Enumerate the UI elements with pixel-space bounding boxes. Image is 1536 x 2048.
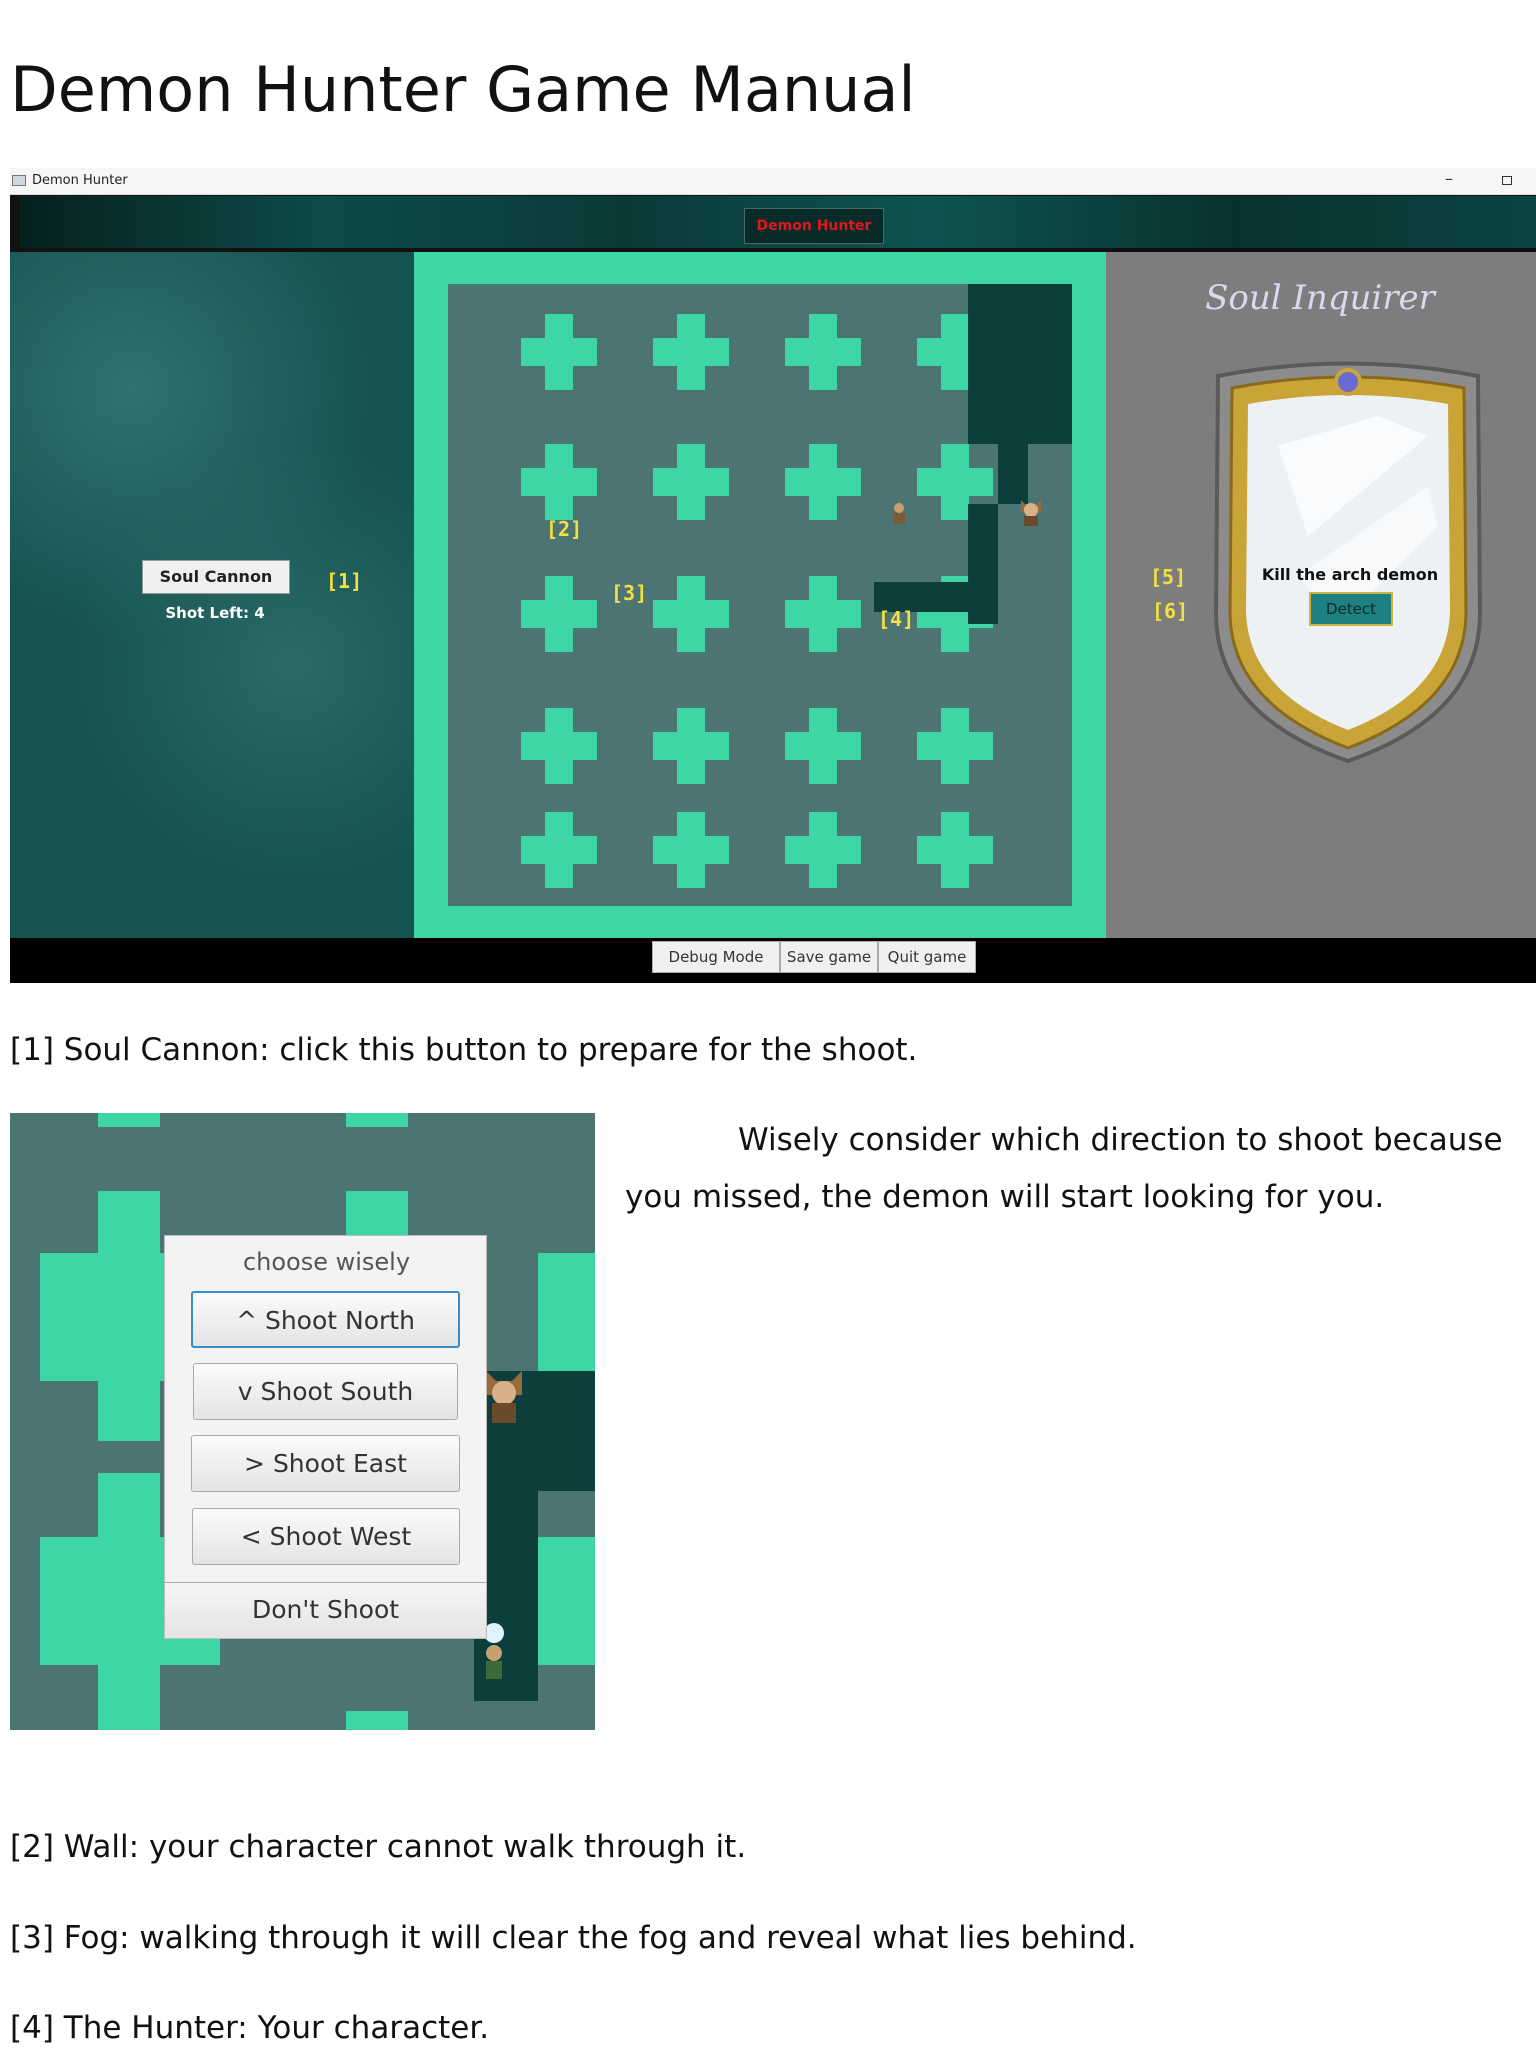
window-titlebar [10, 168, 1536, 195]
app-window-icon [12, 175, 26, 186]
game-window-screenshot: Demon Hunter – Demon Hunter Soul Cannon … [10, 168, 1536, 983]
left-panel [10, 252, 414, 938]
label-2: [2] [546, 517, 583, 541]
document-title: Demon Hunter Game Manual [10, 53, 916, 126]
mirror-shield-image [1213, 361, 1483, 764]
label-5: [5] [1150, 565, 1187, 589]
window-title: Demon Hunter [32, 173, 128, 188]
choose-wisely-dialog: choose wisely ^ Shoot North v Shoot Sout… [164, 1235, 487, 1639]
caption-item-1: [1] Soul Cannon: click this button to pr… [10, 1032, 918, 1068]
zoomed-hunter-icon [484, 1623, 504, 1679]
label-4: [4] [878, 607, 915, 631]
label-3: [3] [611, 581, 648, 605]
save-game-button[interactable]: Save game [780, 941, 878, 973]
shoot-east-button[interactable]: > Shoot East [191, 1435, 460, 1492]
shoot-south-button[interactable]: v Shoot South [193, 1363, 458, 1420]
debug-mode-button[interactable]: Debug Mode [652, 941, 780, 973]
dont-shoot-button[interactable]: Don't Shoot [165, 1582, 486, 1638]
app-title-label: Demon Hunter [744, 208, 884, 244]
shoot-north-button[interactable]: ^ Shoot North [191, 1291, 460, 1348]
label-6: [6] [1152, 599, 1189, 623]
dialog-title: choose wisely [242, 1248, 411, 1276]
shoot-advice-line-1: Wisely consider which direction to shoot… [738, 1122, 1503, 1158]
shoot-dialog-screenshot: choose wisely ^ Shoot North v Shoot Sout… [10, 1113, 595, 1730]
quest-message: Kill the arch demon [1261, 565, 1439, 584]
caption-item-4: [4] The Hunter: Your character. [10, 2010, 490, 2046]
shots-left-text: Shot Left: 4 [165, 604, 265, 622]
game-board [414, 252, 1106, 938]
minimize-icon[interactable]: – [1445, 169, 1453, 188]
caption-item-2: [2] Wall: your character cannot walk thr… [10, 1829, 747, 1865]
soul-cannon-button[interactable]: Soul Cannon [142, 560, 290, 594]
caption-item-3: [3] Fog: walking through it will clear t… [10, 1920, 1137, 1956]
hunter-character-icon [888, 502, 910, 526]
demon-character-icon [1018, 498, 1044, 528]
detect-button[interactable]: Detect [1309, 592, 1393, 626]
maximize-icon[interactable] [1502, 176, 1512, 185]
shoot-advice-line-2: you missed, the demon will start looking… [625, 1179, 1385, 1215]
quit-game-button[interactable]: Quit game [878, 941, 976, 973]
soul-inquirer-heading: Soul Inquirer [1205, 278, 1435, 318]
shoot-west-button[interactable]: < Shoot West [192, 1508, 460, 1565]
label-1: [1] [326, 569, 363, 593]
